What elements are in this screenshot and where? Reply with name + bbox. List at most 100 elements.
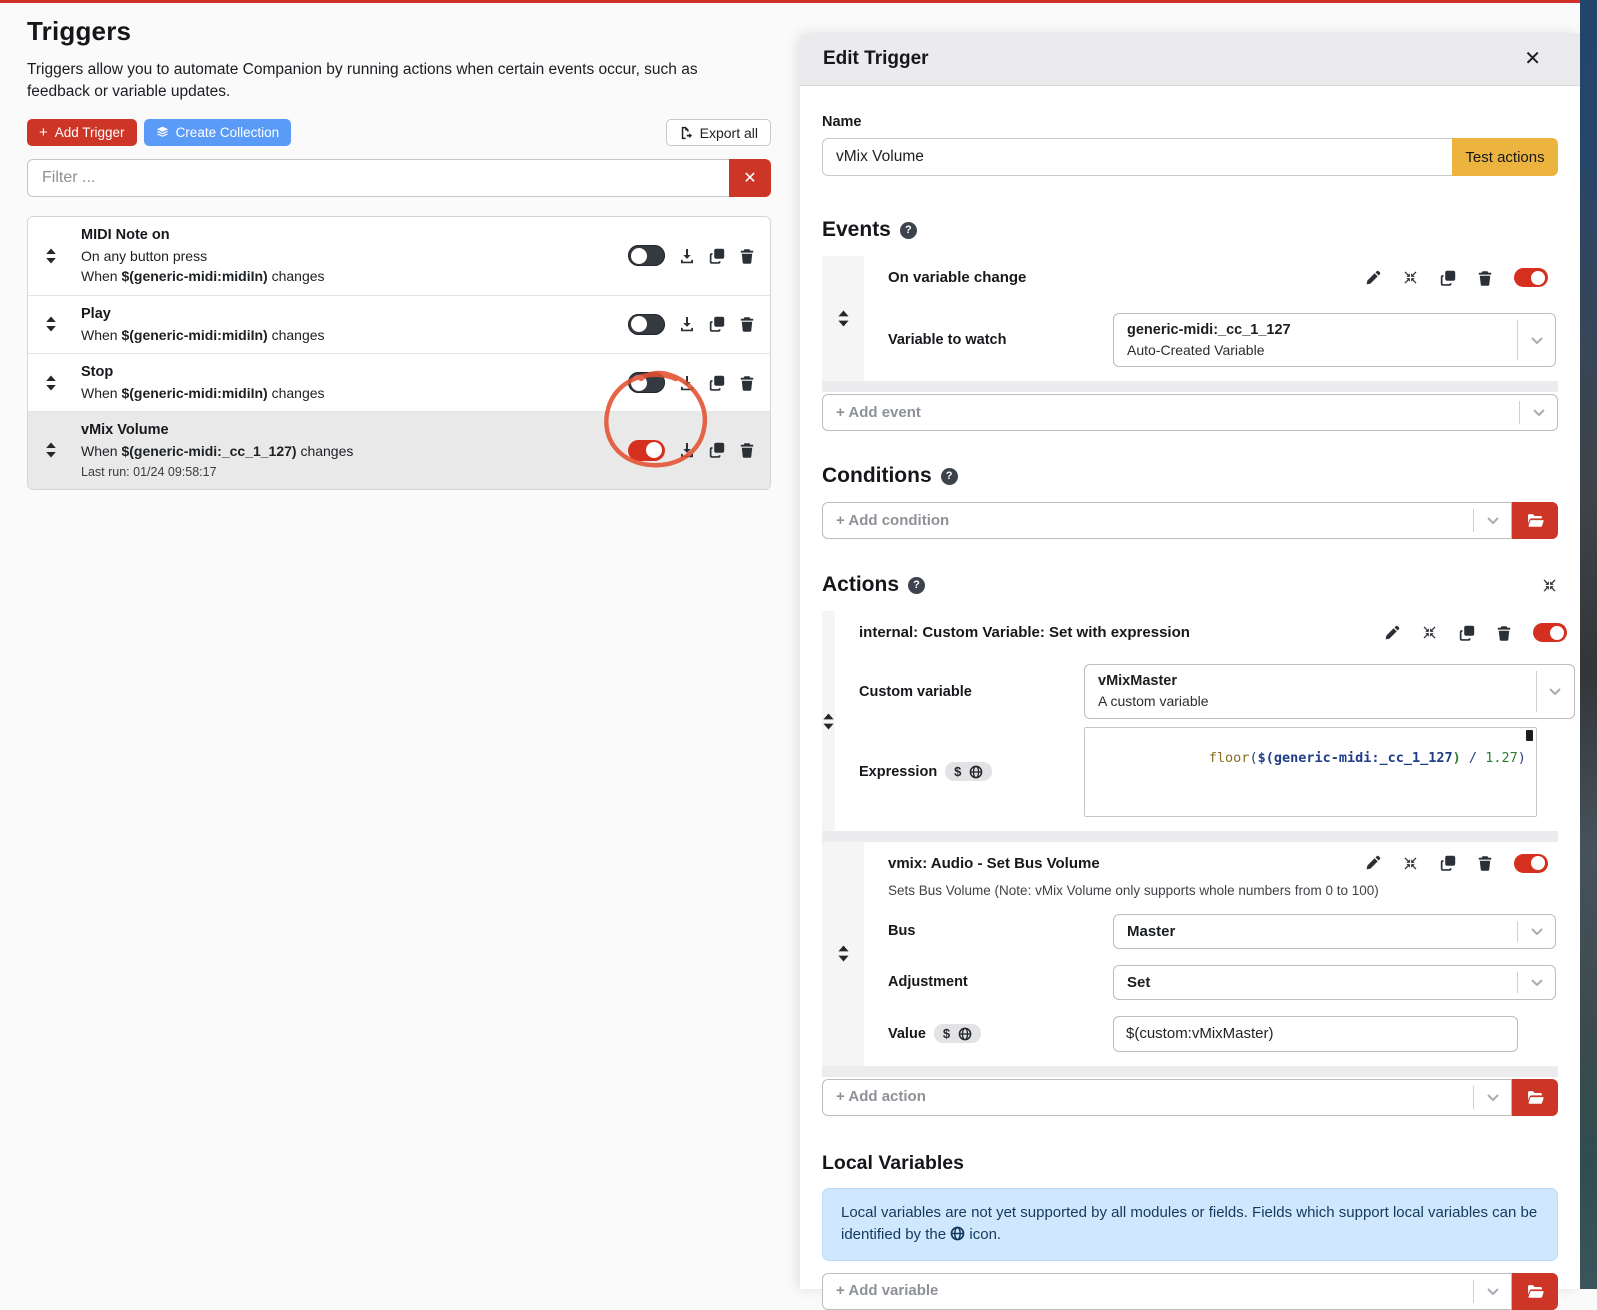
event-dropzone: [822, 381, 1558, 392]
trigger-enable-toggle[interactable]: [628, 245, 665, 266]
toggle-knob: [1531, 856, 1545, 870]
filter-input[interactable]: [27, 159, 729, 197]
action-card-icons: [1365, 854, 1556, 873]
duplicate-trigger-icon[interactable]: [709, 442, 725, 458]
delete-trigger-icon[interactable]: [739, 248, 755, 264]
edit-icon[interactable]: [1365, 855, 1381, 871]
token-paren: (: [1249, 750, 1257, 766]
trigger-enable-toggle[interactable]: [628, 314, 665, 335]
layers-icon: [156, 126, 169, 139]
delete-icon[interactable]: [1477, 855, 1493, 871]
bus-select[interactable]: Master: [1113, 914, 1556, 949]
info-text-after: icon.: [965, 1226, 1001, 1243]
close-icon[interactable]: ✕: [1524, 49, 1541, 69]
add-event-select[interactable]: + Add event: [822, 394, 1558, 431]
dollar-badge: $: [954, 764, 961, 779]
add-trigger-button[interactable]: + Add Trigger: [27, 119, 137, 146]
expression-editor[interactable]: floor($(generic-midi:_cc_1_127) / 1.27): [1084, 727, 1537, 817]
help-icon[interactable]: ?: [941, 468, 958, 485]
action-enable-toggle[interactable]: [1533, 623, 1567, 642]
help-icon[interactable]: ?: [908, 577, 925, 594]
conditions-heading: Conditions ?: [822, 464, 1558, 488]
duplicate-icon[interactable]: [1459, 625, 1475, 641]
bus-label: Bus: [888, 923, 1113, 939]
custom-variable-select[interactable]: vMixMaster A custom variable: [1084, 664, 1575, 718]
trigger-row-midi-note-on[interactable]: MIDI Note on On any button press When $(…: [28, 217, 770, 295]
delete-trigger-icon[interactable]: [739, 442, 755, 458]
collapse-icon[interactable]: [1402, 269, 1419, 286]
action-enable-toggle[interactable]: [1514, 854, 1548, 873]
duplicate-trigger-icon[interactable]: [709, 375, 725, 391]
add-condition-select[interactable]: + Add condition: [822, 502, 1512, 539]
add-trigger-label: Add Trigger: [55, 125, 125, 140]
delete-trigger-icon[interactable]: [739, 375, 755, 391]
delete-icon[interactable]: [1477, 270, 1493, 286]
add-variable-placeholder: + Add variable: [836, 1281, 938, 1301]
trigger-controls: [628, 314, 755, 335]
trigger-when: When $(generic-midi:midiIn) changes: [81, 383, 628, 403]
export-all-button[interactable]: Export all: [666, 119, 771, 146]
add-variable-select[interactable]: + Add variable: [822, 1273, 1512, 1310]
drag-handle-icon[interactable]: [38, 316, 64, 332]
expression-label: Expression: [859, 764, 937, 780]
page-description: Triggers allow you to automate Companion…: [27, 59, 753, 103]
export-trigger-icon[interactable]: [679, 375, 695, 391]
globe-icon: [969, 765, 983, 779]
trigger-row-stop[interactable]: Stop When $(generic-midi:midiIn) changes: [28, 353, 770, 411]
collapse-icon[interactable]: [1402, 855, 1419, 872]
local-variables-heading: Local Variables: [822, 1152, 1558, 1175]
select-value-line2: Auto-Created Variable: [1127, 341, 1504, 360]
trigger-enable-toggle[interactable]: [628, 440, 665, 461]
value-input[interactable]: [1113, 1016, 1518, 1052]
token-paren: ): [1518, 750, 1526, 766]
drag-handle-icon[interactable]: [38, 248, 64, 264]
globe-icon: [950, 1226, 965, 1241]
trigger-row-play[interactable]: Play When $(generic-midi:midiIn) changes: [28, 295, 770, 353]
drag-handle-icon[interactable]: [822, 611, 835, 830]
delete-icon[interactable]: [1496, 625, 1512, 641]
help-icon[interactable]: ?: [900, 222, 917, 239]
drag-handle-icon[interactable]: [822, 256, 864, 381]
duplicate-icon[interactable]: [1440, 855, 1456, 871]
value-label-wrap: Value $: [888, 1024, 1113, 1043]
toggle-knob: [646, 442, 662, 458]
delete-trigger-icon[interactable]: [739, 316, 755, 332]
collapse-all-icon[interactable]: [1541, 577, 1558, 594]
action-card-head: internal: Custom Variable: Set with expr…: [859, 623, 1575, 642]
action-presets-button[interactable]: [1512, 1079, 1558, 1116]
export-trigger-icon[interactable]: [679, 442, 695, 458]
duplicate-trigger-icon[interactable]: [709, 248, 725, 264]
add-event-row: + Add event: [822, 394, 1558, 431]
add-action-row: + Add action: [822, 1079, 1558, 1116]
add-action-select[interactable]: + Add action: [822, 1079, 1512, 1116]
test-actions-button[interactable]: Test actions: [1452, 138, 1558, 176]
duplicate-icon[interactable]: [1440, 270, 1456, 286]
collapse-icon[interactable]: [1421, 624, 1438, 641]
export-trigger-icon[interactable]: [679, 316, 695, 332]
filter-clear-button[interactable]: ✕: [729, 159, 771, 197]
event-enable-toggle[interactable]: [1514, 268, 1548, 287]
actions-heading: Actions ?: [822, 573, 1558, 597]
trigger-enable-toggle[interactable]: [628, 372, 665, 393]
drag-handle-icon[interactable]: [38, 442, 64, 458]
variable-presets-button[interactable]: [1512, 1273, 1558, 1310]
condition-presets-button[interactable]: [1512, 502, 1558, 539]
folder-open-icon: [1527, 1284, 1544, 1299]
drag-handle-icon[interactable]: [38, 375, 64, 391]
edit-icon[interactable]: [1365, 270, 1381, 286]
local-variables-heading-label: Local Variables: [822, 1152, 964, 1175]
trigger-row-vmix-volume[interactable]: vMix Volume When $(generic-midi:_cc_1_12…: [28, 411, 770, 488]
edit-icon[interactable]: [1384, 625, 1400, 641]
events-heading-label: Events: [822, 218, 891, 242]
trigger-when: When $(generic-midi:_cc_1_127) changes: [81, 441, 628, 461]
variable-to-watch-select[interactable]: generic-midi:_cc_1_127 Auto-Created Vari…: [1113, 313, 1556, 367]
trigger-name-input[interactable]: [822, 138, 1452, 176]
export-trigger-icon[interactable]: [679, 248, 695, 264]
drag-handle-icon[interactable]: [822, 842, 864, 1066]
chevron-down-icon: [1518, 966, 1555, 999]
bus-row: Bus Master: [888, 914, 1556, 949]
duplicate-trigger-icon[interactable]: [709, 316, 725, 332]
adjustment-select[interactable]: Set: [1113, 965, 1556, 1000]
custom-variable-row: Custom variable vMixMaster A custom vari…: [859, 664, 1575, 718]
create-collection-button[interactable]: Create Collection: [144, 119, 292, 146]
